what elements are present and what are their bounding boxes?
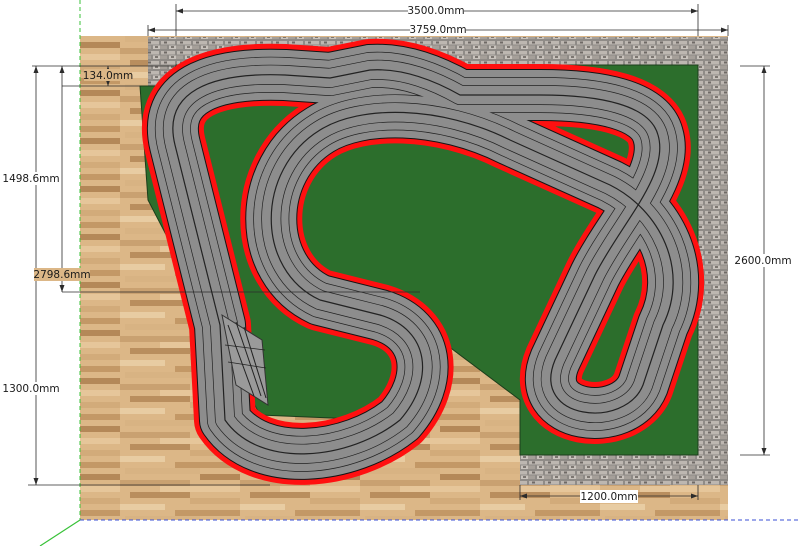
- dim-overall-width: 3759.0mm: [409, 24, 466, 36]
- sketchup-viewport[interactable]: 3500.0mm 3759.0mm 134.0mm 1498.6mm 2798.…: [0, 0, 800, 547]
- dim-left-total: 2798.6mm: [33, 269, 90, 281]
- dim-top-width: 3500.0mm: [407, 5, 464, 17]
- dim-left-upper: 1498.6mm: [2, 173, 59, 185]
- dim-top-offset: 134.0mm: [83, 70, 134, 82]
- dim-left-lower: 1300.0mm: [2, 383, 59, 395]
- slot-car-layout-drawing: 3500.0mm 3759.0mm 134.0mm 1498.6mm 2798.…: [2, 0, 800, 547]
- dim-right-height: 2600.0mm: [734, 255, 791, 267]
- dim-bottom-width: 1200.0mm: [580, 491, 637, 503]
